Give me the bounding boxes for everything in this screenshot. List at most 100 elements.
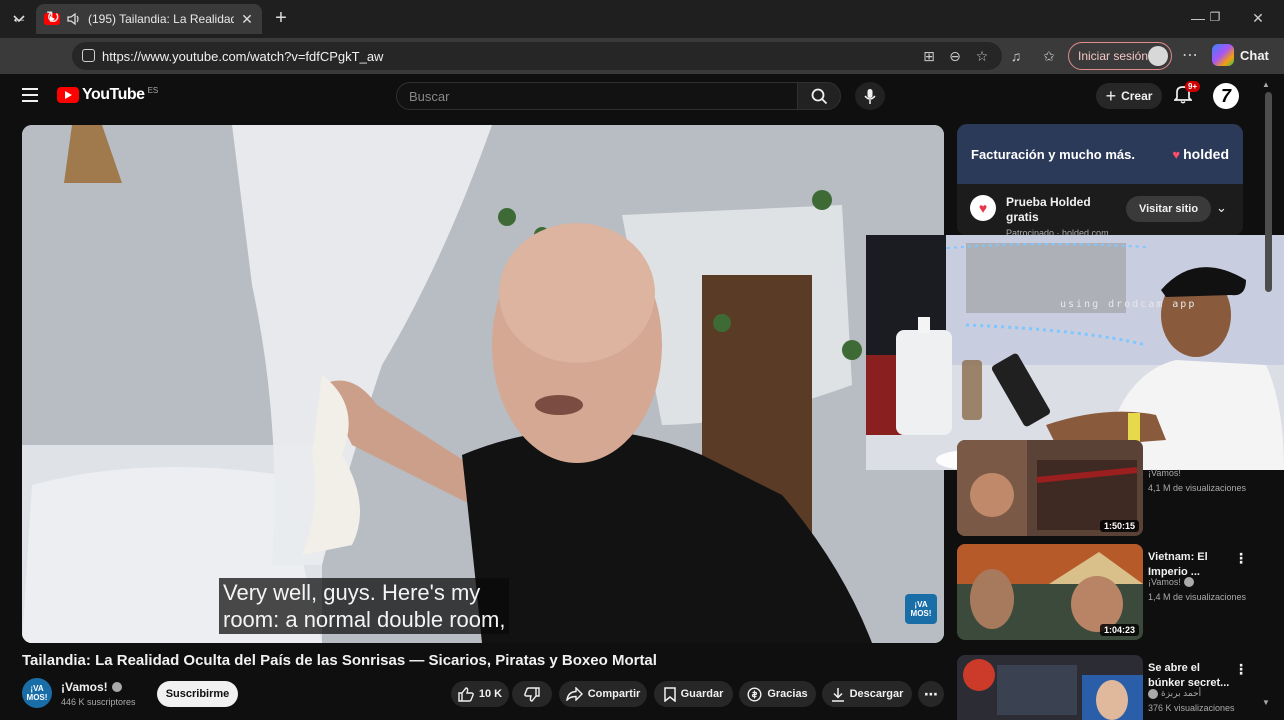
search-icon: [811, 88, 827, 104]
recommended-channel-name: أحمد بربزة: [1161, 688, 1202, 698]
microphone-icon: [864, 88, 876, 104]
video-thumbnail[interactable]: [957, 655, 1143, 720]
scroll-down-icon[interactable]: ▼: [1262, 698, 1270, 707]
dislike-button[interactable]: [512, 681, 552, 707]
media-control-icon[interactable]: ♫: [1007, 47, 1025, 65]
channel-watermark[interactable]: ¡VA MOS!: [905, 594, 937, 624]
restore-icon[interactable]: ❐: [1205, 10, 1225, 24]
thumbs-down-icon: [524, 686, 540, 702]
verified-icon: [111, 682, 122, 692]
video-duration: 1:50:15: [1099, 520, 1139, 532]
super-thanks-icon: [747, 686, 762, 702]
save-button[interactable]: Guardar: [654, 681, 733, 707]
subscribe-button[interactable]: Suscribirme: [157, 681, 238, 707]
thumbs-up-icon: [458, 686, 474, 702]
video-player[interactable]: [22, 125, 944, 643]
youtube-play-icon: [57, 87, 79, 103]
notification-count-badge: 9+: [1185, 81, 1201, 92]
share-label: Compartir: [587, 688, 641, 700]
video-frame: [22, 125, 944, 643]
visit-site-button[interactable]: Visitar sitio: [1126, 196, 1211, 222]
youtube-logo[interactable]: YouTube ES: [57, 86, 158, 104]
ad-banner-text: Facturación y mucho más.: [971, 147, 1135, 162]
thanks-label: Gracias: [767, 688, 808, 700]
video-caption: Very well, guys. Here's my room: a norma…: [219, 578, 510, 634]
chevron-down-icon[interactable]: ⌄: [1216, 200, 1227, 216]
sponsored-ad-card[interactable]: Facturación y mucho más. ♥ holded ♥ Prueb…: [957, 124, 1243, 236]
advertiser-logo-icon: ♥: [970, 195, 996, 221]
favorite-star-icon[interactable]: ☆: [973, 47, 991, 65]
video-thumbnail[interactable]: 1:04:23: [957, 544, 1143, 640]
app-available-icon[interactable]: ⊞: [920, 47, 938, 65]
recommended-views: 376 K visualizaciones: [1148, 703, 1235, 713]
back-icon[interactable]: ←: [8, 7, 30, 29]
more-actions-button[interactable]: ⋯: [918, 681, 944, 707]
download-label: Descargar: [849, 688, 904, 700]
recommended-views: 1,4 M de visualizaciones: [1148, 592, 1247, 602]
more-vertical-icon[interactable]: ⋮: [1234, 550, 1248, 567]
caption-line-1: Very well, guys. Here's my: [223, 580, 481, 605]
signin-button[interactable]: Iniciar sesión: [1068, 42, 1172, 70]
thanks-button[interactable]: Gracias: [739, 681, 816, 707]
ad-brand-logo: ♥ holded: [1172, 146, 1229, 162]
verified-icon: [1148, 688, 1158, 699]
webcam-overlay: [866, 235, 1284, 470]
youtube-wordmark: YouTube: [82, 86, 145, 103]
address-bar[interactable]: https://www.youtube.com/watch?v=fdfCPgkT…: [72, 42, 1002, 70]
video-title: Tailandia: La Realidad Oculta del País d…: [22, 652, 657, 669]
ad-banner[interactable]: Facturación y mucho más. ♥ holded: [957, 124, 1243, 184]
site-info-icon[interactable]: [82, 49, 95, 62]
ad-title: Prueba Holded gratis: [1006, 195, 1091, 224]
recommended-title[interactable]: Se abre el búnker secret...: [1148, 661, 1232, 691]
webcam-watermark: using drodcam app: [1060, 299, 1197, 310]
webcam-frame: [866, 235, 1284, 470]
heart-icon: ♥: [1172, 146, 1181, 162]
thumbnail-image: [957, 655, 1143, 720]
voice-search-button[interactable]: [855, 82, 885, 110]
create-label: Crear: [1121, 89, 1153, 103]
caption-line-2: room: a normal double room,: [223, 607, 506, 632]
recommended-channel-name: ¡Vamos!: [1148, 468, 1181, 478]
favorites-icon[interactable]: ✩: [1040, 47, 1058, 65]
bookmark-icon: [663, 686, 676, 702]
create-button[interactable]: + Crear: [1096, 83, 1162, 109]
recommended-title[interactable]: Vietnam: El Imperio ...: [1148, 550, 1232, 580]
search-button[interactable]: [797, 82, 841, 110]
ad-brand-name: holded: [1183, 146, 1229, 162]
share-icon: [565, 687, 583, 701]
close-window-icon[interactable]: ✕: [1248, 10, 1268, 27]
copilot-icon: [1212, 44, 1234, 66]
menu-icon[interactable]: [22, 88, 38, 102]
country-code: ES: [147, 85, 159, 95]
new-tab-button[interactable]: +: [270, 8, 292, 30]
speaker-icon[interactable]: [66, 12, 82, 26]
account-avatar[interactable]: 7: [1213, 83, 1239, 109]
video-thumbnail[interactable]: 1:50:15: [957, 440, 1143, 536]
download-button[interactable]: Descargar: [822, 681, 912, 707]
close-tab-icon[interactable]: ✕: [240, 11, 254, 28]
recommended-channel: ¡Vamos!: [1148, 577, 1194, 587]
profile-avatar-icon: [1148, 46, 1168, 66]
save-label: Guardar: [680, 688, 724, 700]
signin-label: Iniciar sesión: [1078, 49, 1149, 63]
recommended-channel: أحمد بربزة: [1148, 688, 1201, 699]
channel-avatar[interactable]: ¡VA MOS!: [22, 678, 52, 708]
scroll-up-icon[interactable]: ▲: [1262, 80, 1270, 89]
zoom-icon[interactable]: ⊖: [946, 47, 964, 65]
search-input[interactable]: Buscar: [396, 82, 798, 110]
reload-icon[interactable]: ↻: [42, 7, 64, 29]
channel-name-link[interactable]: ¡Vamos!: [61, 680, 122, 694]
copilot-chat-button[interactable]: Chat: [1212, 44, 1269, 66]
video-duration: 1:04:23: [1099, 624, 1139, 636]
notifications-button[interactable]: 9+: [1172, 81, 1201, 106]
more-vertical-icon[interactable]: ⋮: [1234, 661, 1248, 678]
like-button[interactable]: 10 K: [451, 681, 509, 707]
recommended-channel: ¡Vamos!: [1148, 468, 1181, 478]
subscriber-count: 446 K suscriptores: [61, 697, 136, 707]
share-button[interactable]: Compartir: [559, 681, 647, 707]
browser-tab-active[interactable]: (195) Tailandia: La Realidad Oculta ✕: [36, 4, 262, 34]
more-options-icon[interactable]: ⋯: [1181, 47, 1199, 65]
scrollbar-thumb[interactable]: [1265, 92, 1272, 292]
channel-name: ¡Vamos!: [61, 680, 108, 694]
copilot-label: Chat: [1240, 47, 1269, 63]
